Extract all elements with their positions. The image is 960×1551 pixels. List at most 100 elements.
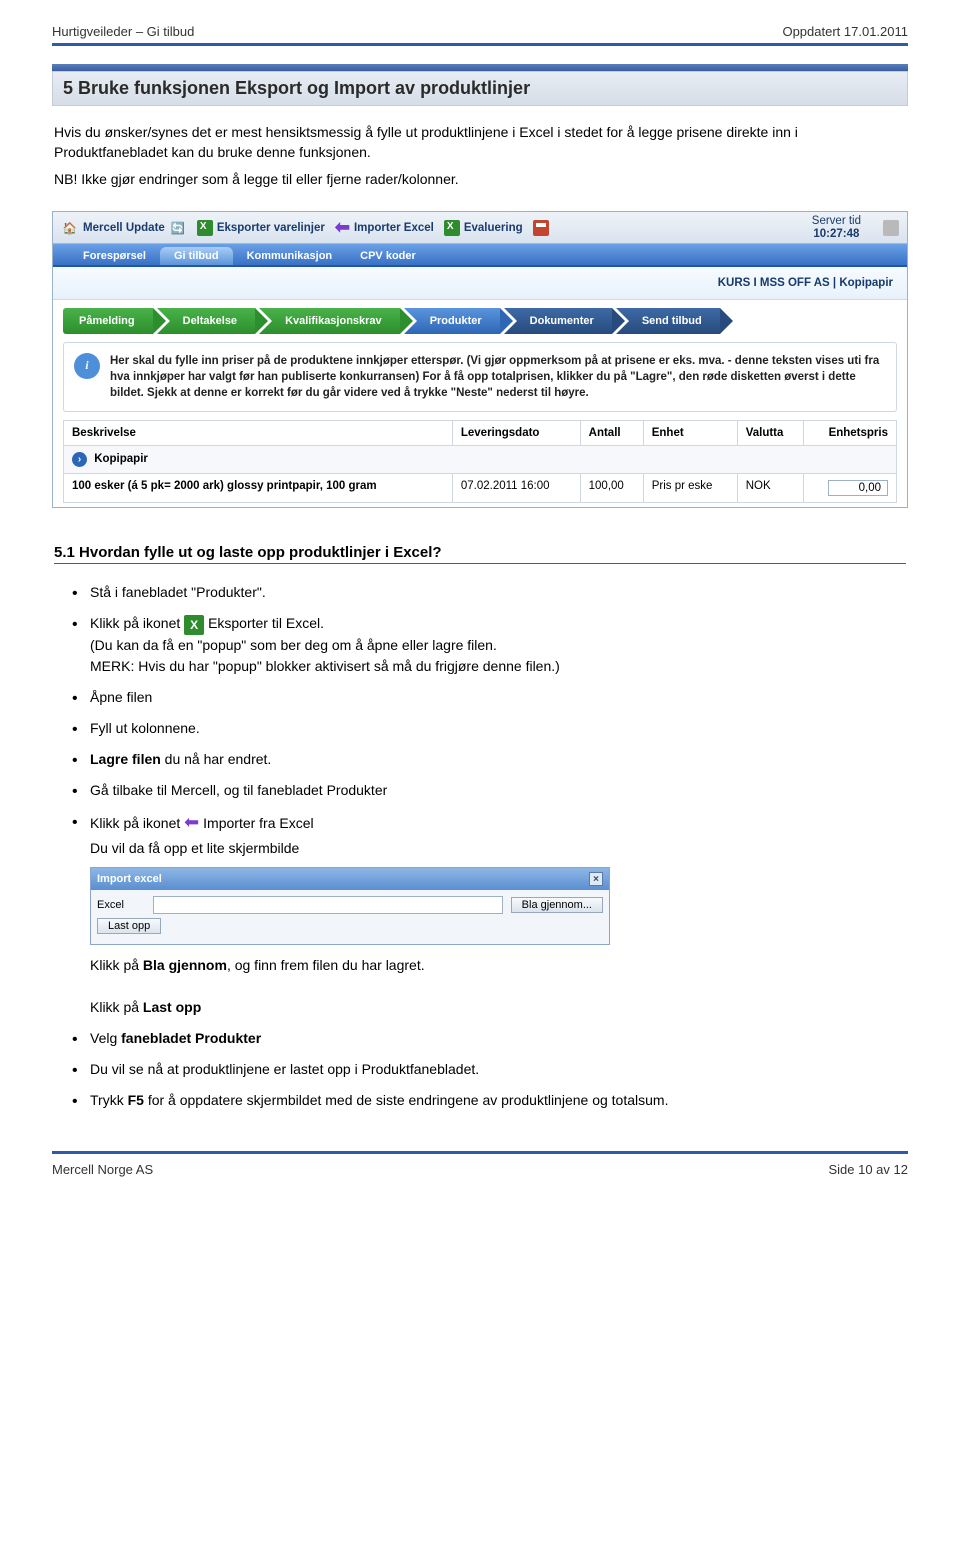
tab-gi-tilbud[interactable]: Gi tilbud — [160, 247, 233, 265]
list-item: Du vil se nå at produktlinjene er lastet… — [90, 1059, 908, 1080]
table-row: 100 esker (á 5 pk= 2000 ark) glossy prin… — [64, 474, 897, 503]
text: Importer fra Excel — [203, 815, 313, 831]
toolbar-eval-label: Evaluering — [464, 222, 523, 234]
step-produkter[interactable]: Produkter — [404, 308, 500, 334]
toolbar-print[interactable] — [883, 220, 899, 236]
toolbar-update-label: Mercell Update — [83, 222, 165, 234]
text: Klikk på — [90, 957, 143, 973]
screenshot-products: 🏠 Mercell Update 🔄 Eksporter varelinjer … — [52, 211, 908, 509]
group-name: Kopipapir — [94, 453, 148, 465]
footer-left: Mercell Norge AS — [52, 1162, 153, 1177]
toolbar-mercell-update[interactable]: 🏠 Mercell Update 🔄 — [61, 219, 187, 237]
cell-beskrivelse: 100 esker (á 5 pk= 2000 ark) glossy prin… — [72, 480, 377, 492]
save-icon — [533, 220, 549, 236]
col-leveringsdato: Leveringsdato — [452, 421, 580, 446]
section-accent — [52, 64, 908, 71]
cell-valutta: NOK — [737, 474, 803, 503]
section-5-para-1: Hvis du ønsker/synes det er mest hensikt… — [54, 122, 906, 163]
text-bold: Lagre filen — [90, 751, 161, 767]
list-item: Stå i fanebladet "Produkter". — [90, 582, 908, 603]
toolbar-evaluering[interactable]: Evaluering — [444, 220, 523, 236]
server-time: Server tid 10:27:48 — [812, 215, 865, 240]
text-bold: Last opp — [143, 999, 201, 1015]
upload-button[interactable]: Last opp — [97, 918, 161, 934]
import-arrow-icon: ⬅ — [335, 217, 350, 238]
dialog-titlebar: Import excel × — [91, 868, 609, 891]
step-pamelding[interactable]: Påmelding — [63, 308, 153, 334]
instruction-list: Stå i fanebladet "Produkter". Klikk på i… — [52, 582, 908, 1111]
footer-rule — [52, 1151, 908, 1154]
text: Klikk på ikonet — [90, 615, 180, 631]
import-arrow-icon: ⬅ — [184, 809, 199, 836]
table-group-row[interactable]: › Kopipapir — [64, 446, 897, 474]
main-tabs: Forespørsel Gi tilbud Kommunikasjon CPV … — [53, 244, 907, 267]
price-input[interactable]: 0,00 — [828, 480, 888, 496]
toolbar-import-label: Importer Excel — [354, 222, 434, 234]
text: for å oppdatere skjermbildet med de sist… — [144, 1092, 669, 1108]
excel-icon: X — [184, 615, 204, 635]
step-send-tilbud[interactable]: Send tilbud — [616, 308, 720, 334]
subsection-rule — [54, 563, 906, 564]
cell-antall: 100,00 — [580, 474, 643, 503]
refresh-icon: 🔄 — [169, 219, 187, 237]
house-icon: 🏠 — [61, 219, 79, 237]
text: Eksporter til Excel. — [208, 615, 324, 631]
server-time-value: 10:27:48 — [813, 228, 859, 240]
text-bold: fanebladet Produkter — [121, 1030, 261, 1046]
footer-right: Side 10 av 12 — [828, 1162, 908, 1177]
col-enhet: Enhet — [643, 421, 737, 446]
text: (Du kan da få en "popup" som ber deg om … — [90, 637, 497, 653]
cell-enhetspris: 0,00 — [803, 474, 896, 503]
tab-kommunikasjon[interactable]: Kommunikasjon — [233, 247, 347, 265]
text: Klikk på — [90, 999, 143, 1015]
list-item: Velg fanebladet Produkter — [90, 1028, 908, 1049]
info-icon: i — [74, 353, 100, 379]
section-5-title: 5 Bruke funksjonen Eksport og Import av … — [52, 71, 908, 106]
list-item: Klikk på ikonet ⬅ Importer fra Excel Du … — [90, 811, 908, 1019]
text: Klikk på ikonet — [90, 815, 180, 831]
toolbar: 🏠 Mercell Update 🔄 Eksporter varelinjer … — [53, 212, 907, 244]
list-item: Lagre filen du nå har endret. — [90, 749, 908, 770]
col-antall: Antall — [580, 421, 643, 446]
header-right: Oppdatert 17.01.2011 — [782, 24, 908, 39]
header-rule — [52, 43, 908, 46]
browse-button[interactable]: Bla gjennom... — [511, 897, 603, 913]
step-dokumenter[interactable]: Dokumenter — [504, 308, 612, 334]
tab-cpv-koder[interactable]: CPV koder — [346, 247, 430, 265]
list-item: Trykk F5 for å oppdatere skjermbildet me… — [90, 1090, 908, 1111]
step-nav: Påmelding Deltakelse Kvalifikasjonskrav … — [53, 300, 907, 342]
dialog-title: Import excel — [97, 871, 162, 888]
text: MERK: Hvis du har "popup" blokker aktivi… — [90, 658, 560, 674]
text-bold: F5 — [128, 1092, 144, 1108]
text: Du vil da få opp et lite skjermbilde — [90, 840, 299, 856]
import-dialog: Import excel × Excel Bla gjennom... Last… — [90, 867, 610, 946]
col-valutta: Valutta — [737, 421, 803, 446]
cell-enhet: Pris pr eske — [643, 474, 737, 503]
list-item: Åpne filen — [90, 687, 908, 708]
info-panel: i Her skal du fylle inn priser på de pro… — [63, 342, 897, 412]
step-kvalifikasjonskrav[interactable]: Kvalifikasjonskrav — [259, 308, 400, 334]
toolbar-import[interactable]: ⬅ Importer Excel — [335, 217, 434, 238]
toolbar-export-label: Eksporter varelinjer — [217, 222, 325, 234]
section-5-1-title: 5.1 Hvordan fylle ut og laste opp produk… — [54, 544, 906, 561]
col-enhetspris: Enhetspris — [803, 421, 896, 446]
text: Velg — [90, 1030, 121, 1046]
info-text: Her skal du fylle inn priser på de produ… — [110, 353, 886, 401]
tab-foresporsel[interactable]: Forespørsel — [69, 247, 160, 265]
toolbar-export[interactable]: Eksporter varelinjer — [197, 220, 325, 236]
cell-leveringsdato: 07.02.2011 16:00 — [452, 474, 580, 503]
dialog-field-label: Excel — [97, 897, 145, 914]
server-time-label: Server tid — [812, 215, 861, 228]
section-5-para-2: NB! Ikke gjør endringer som å legge til … — [54, 169, 906, 189]
product-table: Beskrivelse Leveringsdato Antall Enhet V… — [63, 420, 897, 503]
file-path-input[interactable] — [153, 896, 503, 914]
list-item: Klikk på ikonet X Eksporter til Excel. (… — [90, 613, 908, 676]
text: , og finn frem filen du har lagret. — [227, 957, 425, 973]
page-header: Hurtigveileder – Gi tilbud Oppdatert 17.… — [52, 24, 908, 39]
text: du nå har endret. — [161, 751, 272, 767]
close-icon[interactable]: × — [589, 872, 603, 886]
step-deltakelse[interactable]: Deltakelse — [157, 308, 255, 334]
col-beskrivelse: Beskrivelse — [64, 421, 453, 446]
toolbar-save[interactable] — [533, 220, 549, 236]
printer-icon — [883, 220, 899, 236]
